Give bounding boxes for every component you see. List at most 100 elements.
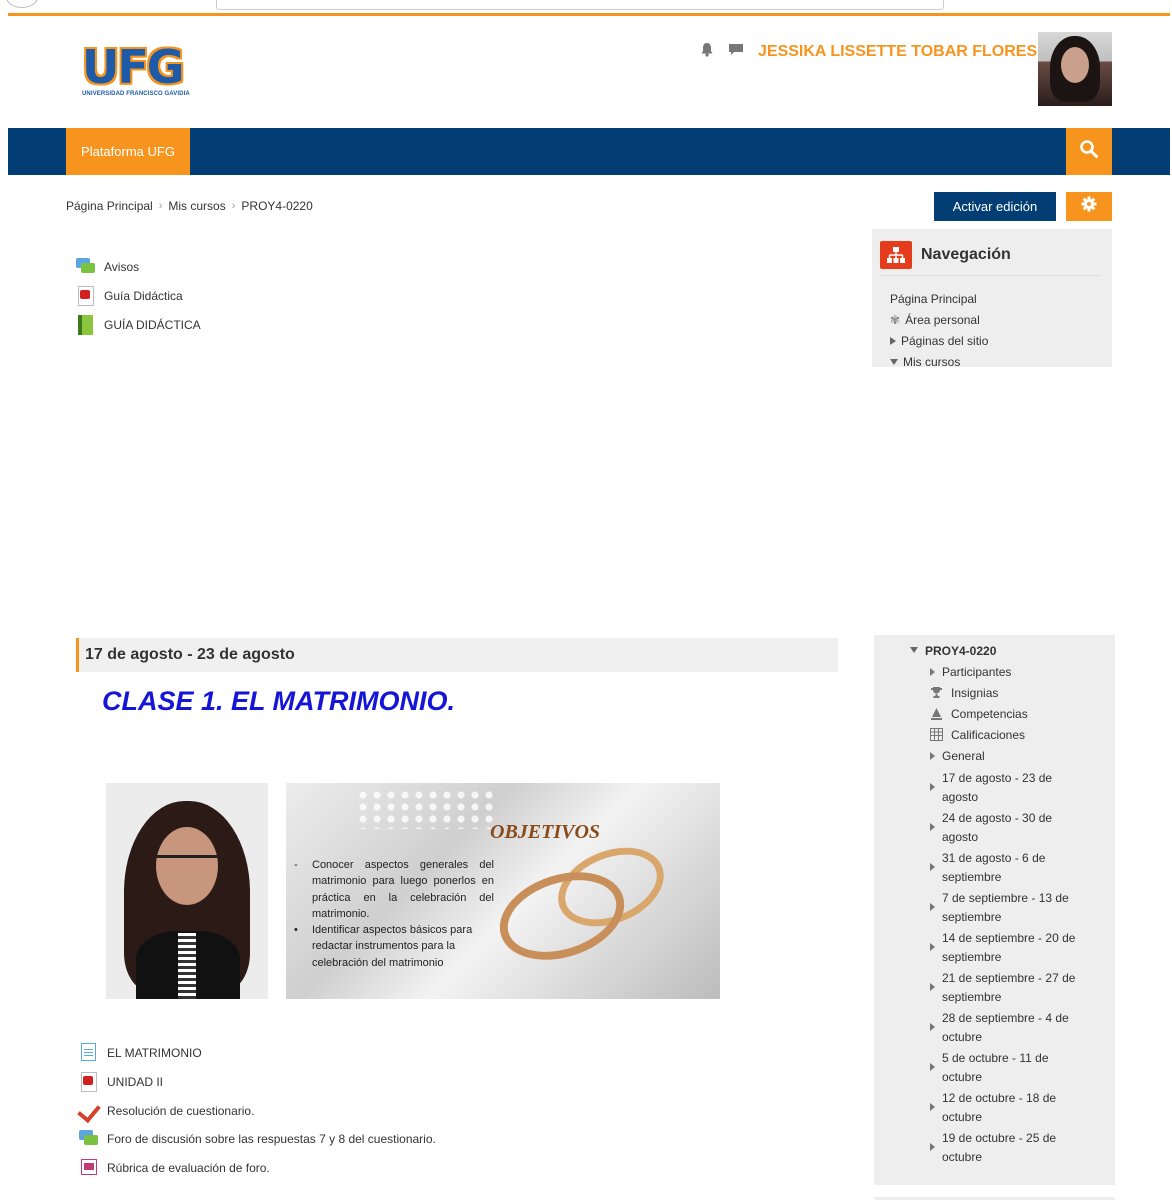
book-icon [76, 314, 96, 335]
nav-link-week[interactable]: 31 de agosto - 6 de septiembre [930, 849, 1091, 889]
chevron-right-icon [930, 752, 935, 760]
chevron-right-icon [930, 783, 935, 791]
chevron-right-icon [930, 983, 935, 991]
list-item[interactable]: Resolución de cuestionario. [77, 1096, 436, 1125]
nav-link-week[interactable]: 28 de septiembre - 4 de octubre [930, 1009, 1091, 1049]
activate-edit-button[interactable]: Activar edición [934, 192, 1056, 221]
chevron-right-icon [930, 1063, 935, 1071]
pdf-icon [76, 285, 96, 306]
activity-link[interactable]: EL MATRIMONIO [107, 1046, 202, 1060]
user-menu-toggle[interactable]: JESSIKA LISSETTE TOBAR FLORES ▼ [758, 43, 1051, 61]
nav-link-week[interactable]: 14 de septiembre - 20 de septiembre [930, 929, 1091, 969]
resource-link-guia-upper[interactable]: GUÍA DIDÁCTICA [104, 318, 201, 332]
list-item[interactable]: UNIDAD II [79, 1068, 436, 1097]
course-resources-top: Avisos Guía Didáctica GUÍA DIDÁCTICA [76, 252, 201, 339]
objective-item: Identificar aspectos básicos para redact… [312, 924, 473, 969]
chevron-right-icon: › [158, 200, 163, 212]
chevron-right-icon [930, 1103, 935, 1111]
navigation-block-title: Navegación [921, 246, 1011, 263]
address-bar[interactable] [216, 0, 944, 10]
activity-link[interactable]: Foro de discusión sobre las respuestas 7… [107, 1132, 436, 1146]
objectives-title: OBJETIVOS [490, 821, 601, 843]
page-icon [79, 1043, 99, 1063]
chevron-right-icon [930, 1023, 935, 1031]
nav-link-week[interactable]: 19 de octubre - 25 de octubre [930, 1129, 1091, 1169]
nav-course-node[interactable]: PROY4-0220 [910, 643, 1091, 664]
section-activities: EL MATRIMONIO UNIDAD II Resolución de cu… [77, 1039, 436, 1183]
breadcrumb: Página Principal › Mis cursos › PROY4-02… [66, 199, 313, 213]
nav-link-my-courses[interactable]: Mis cursos [890, 354, 988, 367]
chevron-right-icon [890, 337, 896, 345]
nav-link-week[interactable]: 24 de agosto - 30 de agosto [930, 809, 1091, 849]
chevron-right-icon: › [231, 200, 236, 212]
competencies-icon [930, 707, 944, 721]
resource-link-guia[interactable]: Guía Didáctica [104, 289, 183, 303]
logo-subtitle: UNIVERSIDAD FRANCISCO GAVIDIA [82, 91, 190, 97]
list-item[interactable]: Guía Didáctica [76, 281, 201, 310]
nav-link-dashboard[interactable]: ✾ Área personal [890, 312, 988, 333]
objectives-image: OBJETIVOS - Conocer aspectos generales de… [286, 783, 720, 999]
search-button[interactable] [1066, 128, 1112, 175]
nav-link-home[interactable]: Página Principal [890, 291, 988, 312]
pdf-icon [79, 1072, 99, 1093]
breadcrumb-item-courses[interactable]: Mis cursos [168, 199, 225, 213]
user-name: JESSIKA LISSETTE TOBAR FLORES [758, 42, 1038, 60]
avatar[interactable] [1038, 32, 1112, 106]
chat-icon[interactable] [728, 43, 744, 61]
bell-icon[interactable] [700, 42, 714, 61]
navigation-block: Navegación Página Principal ✾ Área person… [872, 229, 1112, 367]
list-item[interactable]: Rúbrica de evaluación de foro. [79, 1154, 436, 1183]
objective-item: Conocer aspectos generales del matrimoni… [312, 859, 494, 920]
chevron-right-icon [930, 863, 935, 871]
sitemap-icon [880, 241, 912, 269]
forum-icon [76, 257, 96, 277]
nav-link-week[interactable]: 12 de octubre - 18 de octubre [930, 1089, 1091, 1129]
nav-item-plataforma[interactable]: Plataforma UFG [66, 128, 190, 175]
instructor-photo [106, 783, 268, 999]
user-menu-area: JESSIKA LISSETTE TOBAR FLORES ▼ [700, 42, 1051, 61]
search-icon [1079, 139, 1099, 164]
forum-icon [79, 1129, 99, 1149]
trophy-icon [930, 686, 944, 700]
nav-link-badges[interactable]: Insignias [930, 685, 1091, 706]
breadcrumb-item-course[interactable]: PROY4-0220 [241, 199, 312, 213]
browser-toolbar [0, 0, 1172, 13]
chevron-down-icon [890, 359, 898, 365]
ufg-logo[interactable]: UFG UNIVERSIDAD FRANCISCO GAVIDIA [82, 44, 190, 97]
image-icon [79, 1158, 99, 1178]
nav-link-participants[interactable]: Participantes [930, 664, 1091, 685]
class-title: CLASE 1. EL MATRIMONIO. [102, 686, 456, 716]
nav-link-general[interactable]: General [930, 748, 1091, 769]
nav-link-week[interactable]: 17 de agosto - 23 de agosto [930, 769, 1091, 809]
browser-back-button[interactable] [6, 0, 38, 8]
header-accent-line [8, 13, 1170, 16]
list-item[interactable]: Avisos [76, 252, 201, 281]
section-heading: 17 de agosto - 23 de agosto [76, 638, 838, 672]
nav-link-week[interactable]: 7 de septiembre - 13 de septiembre [930, 889, 1091, 929]
dashboard-icon: ✾ [890, 313, 901, 327]
quiz-icon [77, 1098, 101, 1123]
gear-icon [1081, 196, 1097, 217]
settings-button[interactable] [1066, 192, 1112, 221]
nav-link-week[interactable]: 21 de septiembre - 27 de septiembre [930, 969, 1091, 1009]
list-item[interactable]: Foro de discusión sobre las respuestas 7… [79, 1125, 436, 1154]
nav-link-grades[interactable]: Calificaciones [930, 727, 1091, 748]
chevron-right-icon [930, 903, 935, 911]
logo-text: UFG [82, 40, 185, 94]
nav-link-site-pages[interactable]: Páginas del sitio [890, 333, 988, 354]
chevron-down-icon [910, 647, 918, 653]
activity-link[interactable]: UNIDAD II [107, 1075, 163, 1089]
nav-link-competencies[interactable]: Competencias [930, 706, 1091, 727]
chevron-right-icon [930, 1143, 935, 1151]
chevron-right-icon [930, 823, 935, 831]
nav-link-week[interactable]: 5 de octubre - 11 de octubre [930, 1049, 1091, 1089]
activity-link[interactable]: Rúbrica de evaluación de foro. [107, 1161, 270, 1175]
list-item[interactable]: GUÍA DIDÁCTICA [76, 310, 201, 339]
table-icon [930, 728, 944, 742]
breadcrumb-item-home[interactable]: Página Principal [66, 199, 153, 213]
activity-link[interactable]: Resolución de cuestionario. [107, 1104, 254, 1118]
resource-link-avisos[interactable]: Avisos [104, 260, 139, 274]
course-navigation-block: PROY4-0220 Participantes Insignias Compe… [874, 635, 1115, 1185]
chevron-right-icon [930, 943, 935, 951]
list-item[interactable]: EL MATRIMONIO [79, 1039, 436, 1068]
